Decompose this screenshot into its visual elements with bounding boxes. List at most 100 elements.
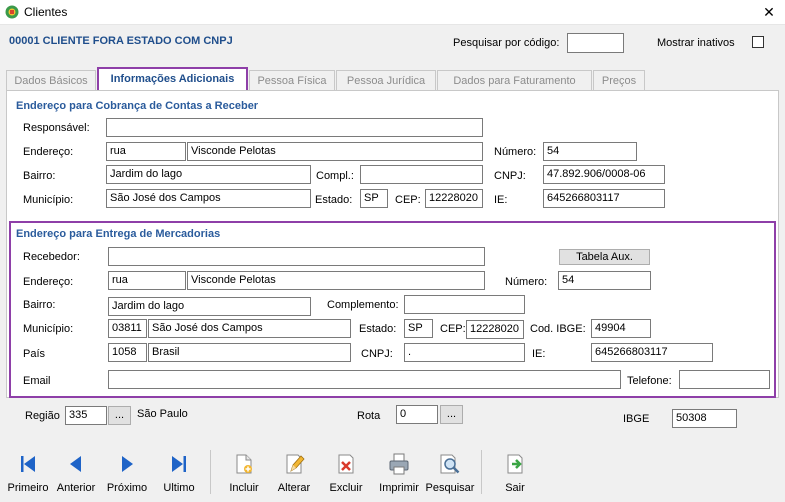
- delivery-estado-input[interactable]: SP: [404, 319, 433, 338]
- delivery-endereco-label: Endereço:: [23, 276, 74, 288]
- rota-lookup-button[interactable]: ...: [440, 405, 463, 424]
- delivery-recebedor-input[interactable]: [108, 247, 485, 266]
- billing-bairro-input[interactable]: Jardim do lago: [106, 165, 311, 184]
- tab-informacoes-adicionais[interactable]: Informações Adicionais: [97, 67, 248, 92]
- billing-municipio-label: Município:: [23, 194, 74, 206]
- regiao-code-input[interactable]: 335: [65, 406, 107, 425]
- delivery-municipio-input[interactable]: São José dos Campos: [148, 319, 351, 338]
- billing-ie-input[interactable]: 645266803117: [543, 189, 665, 208]
- delivery-bairro-input[interactable]: Jardim do lago: [108, 297, 311, 316]
- billing-responsavel-input[interactable]: [106, 118, 483, 137]
- alterar-button[interactable]: Alterar: [269, 452, 319, 498]
- delivery-complemento-label: Complemento:: [327, 299, 399, 311]
- anterior-label: Anterior: [56, 482, 96, 494]
- delivery-pais-input[interactable]: Brasil: [148, 343, 351, 362]
- incluir-label: Incluir: [229, 482, 259, 494]
- tab-dados-faturamento[interactable]: Dados para Faturamento: [437, 70, 592, 90]
- billing-numero-input[interactable]: 54: [543, 142, 637, 161]
- anterior-button[interactable]: Anterior: [51, 452, 101, 498]
- billing-numero-label: Número:: [494, 146, 537, 158]
- delivery-cod-ibge-input[interactable]: 49904: [591, 319, 651, 338]
- billing-compl-input[interactable]: [360, 165, 483, 184]
- tab-precos[interactable]: Preços: [593, 70, 645, 90]
- imprimir-button[interactable]: Imprimir: [374, 452, 424, 498]
- ibge-label: IBGE: [623, 413, 650, 425]
- ultimo-button[interactable]: Ultimo: [154, 452, 204, 498]
- pesquisar-label: Pesquisar: [425, 482, 475, 494]
- delivery-numero-input[interactable]: 54: [558, 271, 651, 290]
- delete-icon: [338, 454, 354, 474]
- tab-pessoa-fisica[interactable]: Pessoa Física: [249, 70, 335, 90]
- first-record-icon: [21, 456, 35, 472]
- previous-record-icon: [70, 456, 81, 472]
- delivery-cnpj-input[interactable]: .: [404, 343, 525, 362]
- ibge-input[interactable]: 50308: [672, 409, 737, 428]
- billing-cnpj-input[interactable]: 47.892.906/0008-06: [543, 165, 665, 184]
- delivery-cep-input[interactable]: 12228020: [466, 320, 524, 339]
- imprimir-label: Imprimir: [379, 482, 419, 494]
- regiao-name-text: São Paulo: [137, 408, 188, 420]
- billing-section-title: Endereço para Cobrança de Contas a Receb…: [16, 100, 259, 112]
- delivery-estado-label: Estado:: [359, 323, 397, 335]
- billing-cnpj-label: CNPJ:: [494, 170, 526, 182]
- excluir-label: Excluir: [329, 482, 363, 494]
- primeiro-button[interactable]: Primeiro: [3, 452, 53, 498]
- rota-input[interactable]: 0: [396, 405, 438, 424]
- incluir-button[interactable]: Incluir: [219, 452, 269, 498]
- last-record-icon: [172, 456, 186, 472]
- tab-pessoa-juridica[interactable]: Pessoa Jurídica: [336, 70, 436, 90]
- billing-logradouro-input[interactable]: Visconde Pelotas: [187, 142, 483, 161]
- primeiro-label: Primeiro: [7, 482, 49, 494]
- record-title: 00001 CLIENTE FORA ESTADO COM CNPJ: [9, 35, 233, 47]
- toolbar-separator: [210, 450, 211, 494]
- delivery-ie-label: IE:: [532, 348, 546, 360]
- ultimo-label: Ultimo: [163, 482, 195, 494]
- delivery-complemento-input[interactable]: [404, 295, 525, 314]
- billing-estado-input[interactable]: SP: [360, 189, 388, 208]
- billing-ie-label: IE:: [494, 194, 508, 206]
- exit-door-icon: [507, 454, 523, 474]
- delivery-logradouro-input[interactable]: Visconde Pelotas: [187, 271, 485, 290]
- sair-button[interactable]: Sair: [490, 452, 540, 498]
- next-record-icon: [122, 456, 133, 472]
- delivery-tipo-input[interactable]: rua: [108, 271, 186, 290]
- regiao-lookup-button[interactable]: ...: [108, 406, 131, 425]
- tab-dados-basicos[interactable]: Dados Básicos: [6, 70, 96, 90]
- delivery-recebedor-label: Recebedor:: [23, 251, 80, 263]
- show-inactive-checkbox[interactable]: [752, 36, 764, 48]
- delivery-pais-code-input[interactable]: 1058: [108, 343, 147, 362]
- close-icon[interactable]: ✕: [758, 2, 780, 22]
- billing-municipio-input[interactable]: São José dos Campos: [106, 189, 311, 208]
- tabela-aux-button[interactable]: Tabela Aux.: [559, 249, 650, 265]
- delivery-email-label: Email: [23, 375, 51, 387]
- proximo-button[interactable]: Próximo: [102, 452, 152, 498]
- delivery-cep-label: CEP:: [440, 323, 466, 335]
- search-icon: [440, 454, 460, 474]
- delivery-municipio-code-input[interactable]: 03811: [108, 319, 147, 338]
- excluir-button[interactable]: Excluir: [321, 452, 371, 498]
- billing-tipo-input[interactable]: rua: [106, 142, 186, 161]
- search-code-label: Pesquisar por código:: [453, 37, 560, 49]
- billing-estado-label: Estado:: [315, 194, 353, 206]
- delivery-cod-ibge-label: Cod. IBGE:: [530, 323, 586, 335]
- app-icon: [5, 5, 19, 19]
- billing-cep-input[interactable]: 12228020: [425, 189, 483, 208]
- delivery-section-title: Endereço para Entrega de Mercadorias: [16, 228, 221, 240]
- delivery-municipio-label: Município:: [23, 323, 74, 335]
- sair-label: Sair: [505, 482, 525, 494]
- show-inactive-label: Mostrar inativos: [657, 37, 735, 49]
- delivery-telefone-label: Telefone:: [627, 375, 672, 387]
- title-bar: [0, 0, 785, 25]
- delivery-telefone-input[interactable]: [679, 370, 770, 389]
- search-code-input[interactable]: [567, 33, 624, 53]
- delivery-bairro-label: Bairro:: [23, 299, 56, 311]
- rota-label: Rota: [357, 410, 381, 422]
- pesquisar-button[interactable]: Pesquisar: [425, 452, 475, 498]
- billing-compl-label: Compl.:: [316, 170, 354, 182]
- billing-cep-label: CEP:: [395, 194, 421, 206]
- printer-icon: [389, 453, 409, 475]
- new-document-icon: [236, 454, 252, 474]
- billing-bairro-label: Bairro:: [23, 170, 56, 182]
- delivery-email-input[interactable]: [108, 370, 621, 389]
- delivery-ie-input[interactable]: 645266803117: [591, 343, 713, 362]
